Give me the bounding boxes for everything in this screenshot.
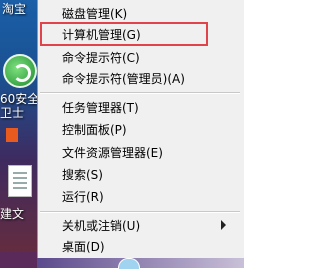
menu-item-file-explorer[interactable]: 文件资源管理器(E) bbox=[38, 141, 244, 163]
menu-item-search[interactable]: 搜索(S) bbox=[38, 163, 244, 185]
context-menu: 磁盘管理(K) 计算机管理(G) 命令提示符(C) 命令提示符(管理员)(A) … bbox=[37, 0, 244, 268]
menu-separator bbox=[40, 211, 240, 213]
menu-item-label: 磁盘管理(K) bbox=[62, 6, 128, 21]
chevron-right-icon bbox=[221, 220, 226, 230]
taskbar-app-icon[interactable] bbox=[118, 258, 140, 270]
menu-item-disk-management[interactable]: 磁盘管理(K) bbox=[38, 2, 244, 24]
menu-item-label: 控制面板(P) bbox=[62, 122, 127, 137]
menu-item-label: 关机或注销(U) bbox=[62, 218, 141, 233]
app-icon[interactable] bbox=[6, 128, 18, 142]
menu-item-command-prompt-admin[interactable]: 命令提示符(管理员)(A) bbox=[38, 67, 244, 89]
document-icon[interactable] bbox=[8, 165, 32, 197]
menu-item-label: 运行(R) bbox=[62, 189, 104, 204]
desktop-label-top: 淘宝 bbox=[2, 2, 27, 16]
desktop-label-doc: 建文 bbox=[0, 207, 25, 221]
menu-item-label: 桌面(D) bbox=[62, 239, 105, 254]
menu-item-label: 文件资源管理器(E) bbox=[62, 145, 163, 160]
menu-item-run[interactable]: 运行(R) bbox=[38, 185, 244, 207]
menu-item-desktop[interactable]: 桌面(D) bbox=[38, 235, 244, 257]
menu-item-control-panel[interactable]: 控制面板(P) bbox=[38, 118, 244, 140]
taskbar-fragment bbox=[0, 252, 37, 268]
menu-item-computer-management[interactable]: 计算机管理(G) bbox=[40, 22, 208, 46]
menu-item-label: 计算机管理(G) bbox=[62, 27, 141, 42]
menu-item-label: 命令提示符(C) bbox=[62, 50, 140, 65]
desktop-background: 淘宝 60安全 卫士 建文 bbox=[0, 0, 39, 268]
menu-item-command-prompt[interactable]: 命令提示符(C) bbox=[38, 46, 244, 68]
menu-item-shutdown-signout[interactable]: 关机或注销(U) bbox=[38, 214, 244, 236]
menu-item-label: 命令提示符(管理员)(A) bbox=[62, 71, 185, 86]
menu-item-label: 搜索(S) bbox=[62, 167, 103, 182]
menu-item-task-manager[interactable]: 任务管理器(T) bbox=[38, 96, 244, 118]
desktop-label-360b: 卫士 bbox=[0, 106, 25, 120]
taskbar-fragment bbox=[37, 258, 244, 268]
security-app-icon[interactable] bbox=[3, 54, 37, 88]
menu-item-label: 任务管理器(T) bbox=[62, 100, 139, 115]
menu-separator bbox=[40, 92, 240, 94]
